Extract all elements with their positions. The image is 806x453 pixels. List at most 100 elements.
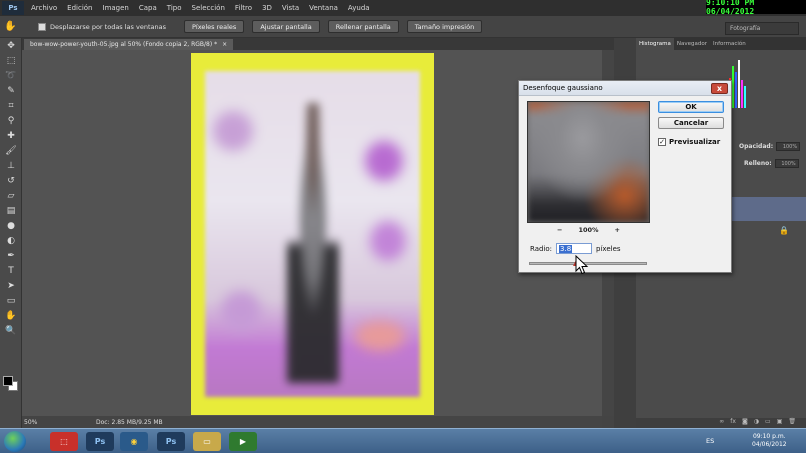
menu-archivo[interactable]: Archivo	[26, 4, 62, 12]
tray-time: 09:10 p.m.	[752, 433, 786, 440]
dialog-close-button[interactable]: x	[711, 83, 728, 94]
document-tab-title: bow-wow-power-youth-05.jpg al 50% (Fondo…	[30, 41, 218, 48]
photoshop-window: Ps Archivo Edición Imagen Capa Tipo Sele…	[0, 0, 806, 453]
marquee-tool-icon[interactable]: ⬚	[0, 53, 22, 68]
tray-clock[interactable]: 09:10 p.m. 04/06/2012	[752, 433, 787, 449]
photoshop-taskbar-icon[interactable]: Ps	[86, 432, 114, 451]
cancel-button[interactable]: Cancelar	[658, 117, 724, 129]
path-select-tool-icon[interactable]: ➤	[0, 278, 22, 293]
options-bar: ✋ Desplazarse por todas las ventanas Píx…	[0, 16, 806, 38]
camtasia-icon[interactable]: ▶	[229, 432, 257, 451]
print-size-button[interactable]: Tamaño impresión	[406, 20, 483, 33]
mouse-cursor-icon	[575, 255, 589, 275]
eyedropper-tool-icon[interactable]: ⚲	[0, 113, 22, 128]
photoshop-logo: Ps	[2, 1, 24, 15]
menu-imagen[interactable]: Imagen	[98, 4, 134, 12]
quick-select-tool-icon[interactable]: ✎	[0, 83, 22, 98]
fill-label: Relleno:	[744, 160, 772, 167]
menu-ventana[interactable]: Ventana	[304, 4, 343, 12]
lock-icon: 🔒	[779, 226, 789, 235]
history-brush-tool-icon[interactable]: ↺	[0, 173, 22, 188]
clone-stamp-tool-icon[interactable]: ⊥	[0, 158, 22, 173]
blur-preview[interactable]	[527, 101, 650, 223]
opacity-label: Opacidad:	[739, 143, 774, 150]
ok-button[interactable]: OK	[658, 101, 724, 113]
language-indicator[interactable]: ES	[706, 437, 714, 445]
menu-filtro[interactable]: Filtro	[230, 4, 257, 12]
actual-pixels-button[interactable]: Píxeles reales	[183, 20, 245, 33]
adjustment-layer-icon[interactable]: ◑	[754, 418, 759, 428]
link-layers-icon[interactable]: ∞	[719, 418, 724, 428]
horizontal-scrollbar[interactable]	[180, 416, 602, 428]
blurred-photo	[205, 71, 420, 397]
tray-date: 04/06/2012	[752, 441, 787, 448]
layer-style-icon[interactable]: fx	[730, 418, 736, 428]
pen-tool-icon[interactable]: ✒	[0, 248, 22, 263]
histogram-graph	[729, 58, 749, 108]
chrome-icon[interactable]: ◉	[120, 432, 148, 451]
opacity-field[interactable]: 100%	[776, 142, 801, 151]
windows-taskbar: ⬚ Ps ◉ Ps ▭ ▶ ES 09:10 p.m. 04/06/2012	[0, 428, 806, 453]
radius-unit: píxeles	[596, 244, 621, 253]
tab-navigator[interactable]: Navegador	[674, 38, 710, 50]
menu-3d[interactable]: 3D	[257, 4, 277, 12]
start-button[interactable]	[4, 431, 26, 452]
tools-panel: ✥ ⬚ ➰ ✎ ⌗ ⚲ ✚ 🖌 ⊥ ↺ ▱ ▤ ● ◐ ✒ T ➤ ▭ ✋ 🔍	[0, 38, 22, 428]
office-icon[interactable]: ⬚	[50, 432, 78, 451]
document-tab[interactable]: bow-wow-power-youth-05.jpg al 50% (Fondo…	[24, 39, 234, 50]
document-info: Doc: 2.85 MB/9.25 MB	[96, 418, 163, 426]
preview-zoom-row: − 100% +	[527, 225, 650, 235]
brush-tool-icon[interactable]: 🖌	[0, 143, 22, 158]
menu-tipo[interactable]: Tipo	[162, 4, 187, 12]
gaussian-blur-dialog: Desenfoque gaussiano x − 100% + OK Cance…	[518, 80, 732, 273]
blur-tool-icon[interactable]: ●	[0, 218, 22, 233]
menu-bar: Ps Archivo Edición Imagen Capa Tipo Sele…	[0, 0, 806, 16]
gradient-tool-icon[interactable]: ▤	[0, 203, 22, 218]
menu-edicion[interactable]: Edición	[62, 4, 97, 12]
histogram-panel-tabs: Histograma Navegador Información	[636, 38, 806, 50]
radius-value: 3.8	[559, 244, 573, 253]
eraser-tool-icon[interactable]: ▱	[0, 188, 22, 203]
add-mask-icon[interactable]: ◙	[742, 418, 748, 428]
zoom-out-button[interactable]: −	[557, 226, 562, 234]
preview-checkbox[interactable]: ✓	[658, 138, 666, 146]
zoom-level[interactable]: 50%	[22, 419, 50, 426]
dodge-tool-icon[interactable]: ◐	[0, 233, 22, 248]
move-tool-icon[interactable]: ✥	[0, 38, 22, 53]
foreground-color-swatch[interactable]	[3, 376, 13, 386]
menu-ayuda[interactable]: Ayuda	[343, 4, 375, 12]
document-image[interactable]	[191, 53, 434, 415]
preview-image	[528, 102, 649, 222]
folder-icon[interactable]: ▭	[193, 432, 221, 451]
delete-layer-icon[interactable]: 🗑	[788, 418, 796, 428]
crop-tool-icon[interactable]: ⌗	[0, 98, 22, 113]
fill-field[interactable]: 100%	[774, 159, 799, 168]
shape-tool-icon[interactable]: ▭	[0, 293, 22, 308]
preview-zoom-value: 100%	[578, 226, 599, 234]
photoshop-taskbar-icon-2[interactable]: Ps	[157, 432, 185, 451]
fit-screen-button[interactable]: Ajustar pantalla	[252, 20, 320, 33]
scroll-all-checkbox[interactable]	[38, 22, 46, 31]
layers-panel-footer: ∞ fx ◙ ◑ ▭ ▣ 🗑	[636, 418, 806, 428]
menu-vista[interactable]: Vista	[277, 4, 304, 12]
radius-label: Radio:	[530, 244, 553, 253]
zoom-tool-icon[interactable]: 🔍	[0, 323, 22, 338]
hand-tool-icon[interactable]: ✋	[4, 21, 20, 32]
tab-info[interactable]: Información	[710, 38, 749, 50]
preview-toggle[interactable]: ✓ Previsualizar	[658, 138, 720, 146]
radius-input[interactable]: 3.8	[556, 243, 593, 254]
lasso-tool-icon[interactable]: ➰	[0, 68, 22, 83]
tab-histogram[interactable]: Histograma	[636, 38, 674, 50]
menu-seleccion[interactable]: Selección	[187, 4, 230, 12]
healing-brush-tool-icon[interactable]: ✚	[0, 128, 22, 143]
type-tool-icon[interactable]: T	[0, 263, 22, 278]
hand-tool-icon[interactable]: ✋	[0, 308, 22, 323]
new-group-icon[interactable]: ▭	[765, 418, 771, 428]
menu-capa[interactable]: Capa	[134, 4, 162, 12]
new-layer-icon[interactable]: ▣	[777, 418, 783, 428]
close-tab-icon[interactable]: ×	[222, 41, 227, 48]
dialog-title[interactable]: Desenfoque gaussiano	[519, 81, 731, 96]
zoom-in-button[interactable]: +	[615, 226, 620, 234]
fill-screen-button[interactable]: Rellenar pantalla	[327, 20, 399, 33]
workspace-switcher[interactable]: Fotografía	[725, 22, 799, 35]
